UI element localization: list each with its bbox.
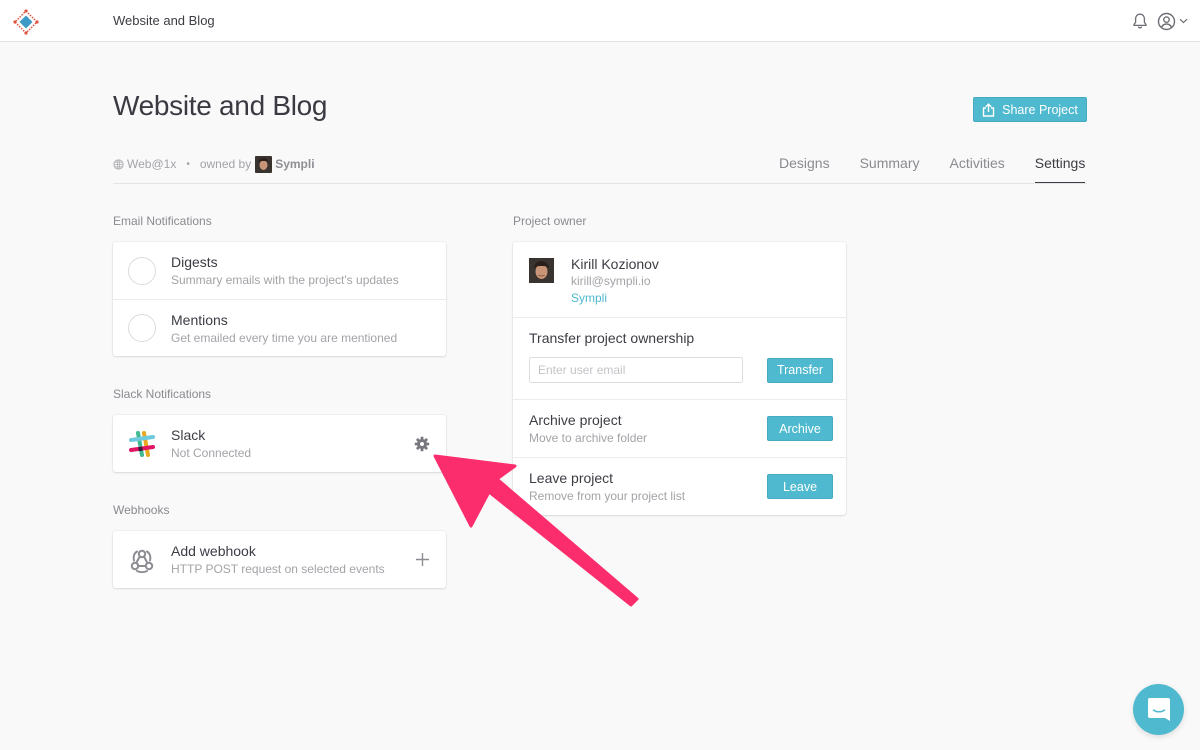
archive-row: Archive project Move to archive folder A… xyxy=(513,399,846,457)
owner-email: kirill@sympli.io xyxy=(571,274,651,288)
digests-row[interactable]: Digests Summary emails with the project'… xyxy=(113,242,446,299)
owner-team-link-card[interactable]: Sympli xyxy=(571,291,659,305)
owner-avatar xyxy=(255,155,273,173)
archive-button[interactable]: Archive xyxy=(767,416,833,441)
leave-subtitle: Remove from your project list xyxy=(529,489,686,503)
page-title: Website and Blog xyxy=(113,90,328,121)
share-project-label: Share Project xyxy=(1002,102,1078,117)
tab-activities[interactable]: Activities xyxy=(950,155,1005,184)
slack-title: Slack xyxy=(171,427,206,443)
platform-label: Web@1x xyxy=(127,157,177,171)
slack-icon xyxy=(128,430,156,458)
project-tabs: Designs Summary Activities Settings xyxy=(779,155,1086,184)
user-circle-icon xyxy=(1157,12,1176,30)
top-bar: Website and Blog xyxy=(0,0,1200,42)
gear-icon[interactable] xyxy=(414,436,430,452)
chevron-down-icon xyxy=(1179,18,1188,24)
globe-icon xyxy=(113,158,124,170)
webhook-icon xyxy=(128,546,156,574)
owner-name: Kirill Kozionov xyxy=(571,256,659,272)
owner-info-row: Kirill Kozionov kirill@sympli.io Sympli xyxy=(513,242,846,317)
transfer-ownership-row: Transfer project ownership Transfer xyxy=(513,317,846,399)
meta-separator: • xyxy=(186,158,190,170)
tab-summary[interactable]: Summary xyxy=(860,155,920,184)
plus-icon[interactable] xyxy=(415,552,430,567)
tab-settings[interactable]: Settings xyxy=(1034,155,1086,184)
transfer-title: Transfer project ownership xyxy=(529,330,695,346)
mentions-radio[interactable] xyxy=(128,314,156,342)
add-webhook-row[interactable]: Add webhook HTTP POST request on selecte… xyxy=(113,531,446,588)
transfer-email-input[interactable] xyxy=(529,357,743,383)
project-owner-card: Kirill Kozionov kirill@sympli.io Sympli … xyxy=(513,242,846,515)
email-notifications-card: Digests Summary emails with the project'… xyxy=(113,242,446,356)
archive-title: Archive project xyxy=(529,412,622,428)
owned-by-label: owned by xyxy=(199,157,252,171)
share-project-button[interactable]: Share Project xyxy=(973,97,1087,122)
mentions-row[interactable]: Mentions Get emailed every time you are … xyxy=(113,299,446,356)
owner-team-link[interactable]: Sympli xyxy=(275,157,314,171)
digests-title: Digests xyxy=(171,254,218,270)
leave-row: Leave project Remove from your project l… xyxy=(513,457,846,515)
leave-button[interactable]: Leave xyxy=(767,474,833,499)
user-menu[interactable] xyxy=(1157,11,1191,31)
project-owner-heading: Project owner xyxy=(513,214,587,228)
mentions-title: Mentions xyxy=(171,311,228,328)
bell-icon[interactable] xyxy=(1131,12,1149,30)
archive-subtitle: Move to archive folder xyxy=(529,431,648,445)
tab-designs[interactable]: Designs xyxy=(779,155,830,184)
transfer-button[interactable]: Transfer xyxy=(767,357,833,383)
slack-notifications-heading: Slack Notifications xyxy=(113,387,212,401)
add-webhook-subtitle: HTTP POST request on selected events xyxy=(171,562,385,576)
mentions-subtitle: Get emailed every time you are mentioned xyxy=(171,330,398,345)
topbar-project-title: Website and Blog xyxy=(113,13,215,28)
share-icon xyxy=(982,102,995,117)
add-webhook-title: Add webhook xyxy=(171,543,256,559)
slack-row: Slack Not Connected xyxy=(113,415,446,472)
email-notifications-heading: Email Notifications xyxy=(113,214,212,228)
webhook-card: Add webhook HTTP POST request on selecte… xyxy=(113,531,446,588)
digests-subtitle: Summary emails with the project's update… xyxy=(171,273,399,287)
slack-card: Slack Not Connected xyxy=(113,415,446,472)
slack-status: Not Connected xyxy=(171,446,252,460)
chat-icon xyxy=(1147,697,1170,721)
tabs-divider xyxy=(113,183,1087,184)
logo-icon[interactable] xyxy=(13,9,39,35)
leave-title: Leave project xyxy=(529,470,614,486)
project-meta: Web@1x • owned by Sympli xyxy=(113,155,315,173)
owner-avatar-large xyxy=(529,258,554,283)
digests-radio[interactable] xyxy=(128,256,156,285)
webhooks-heading: Webhooks xyxy=(113,503,170,517)
chat-launcher-button[interactable] xyxy=(1133,684,1184,735)
